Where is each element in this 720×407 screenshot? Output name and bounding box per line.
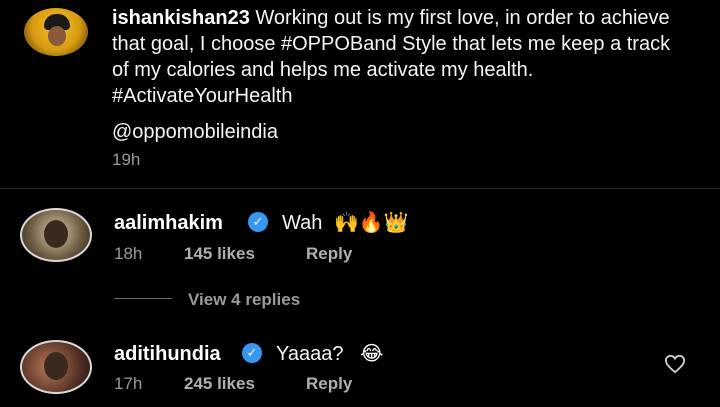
avatar-face-shape (48, 26, 66, 46)
post-caption-block: ishankishan23 Working out is my first lo… (0, 0, 720, 190)
comment-emojis: 😂 (360, 343, 384, 365)
comment-reply-button[interactable]: Reply (306, 244, 352, 264)
verified-badge-icon: ✓ (248, 212, 268, 232)
comment-reply-button[interactable]: Reply (306, 374, 352, 394)
comment-text: Yaaaa? (276, 343, 344, 365)
comment-username[interactable]: aditihundia (114, 343, 221, 366)
comment-username[interactable]: aalimhakim (114, 212, 223, 235)
post-author-avatar[interactable] (24, 8, 88, 56)
verified-badge-icon: ✓ (242, 343, 262, 363)
view-replies-button[interactable]: View 4 replies (188, 290, 300, 310)
comment-timestamp: 18h (114, 244, 143, 263)
avatar-face-shape (44, 220, 68, 248)
view-replies-line (114, 298, 172, 299)
comment-timestamp: 17h (114, 374, 143, 393)
post-mention[interactable]: @oppomobileindia (112, 119, 278, 145)
avatar-face-shape (44, 352, 68, 380)
comment-avatar[interactable] (20, 208, 92, 262)
post-caption: ishankishan23 Working out is my first lo… (112, 5, 692, 109)
divider (0, 188, 720, 189)
comment-likes[interactable]: 145 likes (184, 244, 255, 264)
post-timestamp: 19h (112, 150, 141, 169)
heart-outline-icon[interactable] (664, 354, 686, 374)
comment-text: Wah (282, 212, 323, 234)
comment-likes[interactable]: 245 likes (184, 374, 255, 394)
comment-emojis: 🙌🔥👑 (334, 212, 409, 234)
comment-avatar[interactable] (20, 340, 92, 394)
post-author-username[interactable]: ishankishan23 (112, 7, 250, 29)
